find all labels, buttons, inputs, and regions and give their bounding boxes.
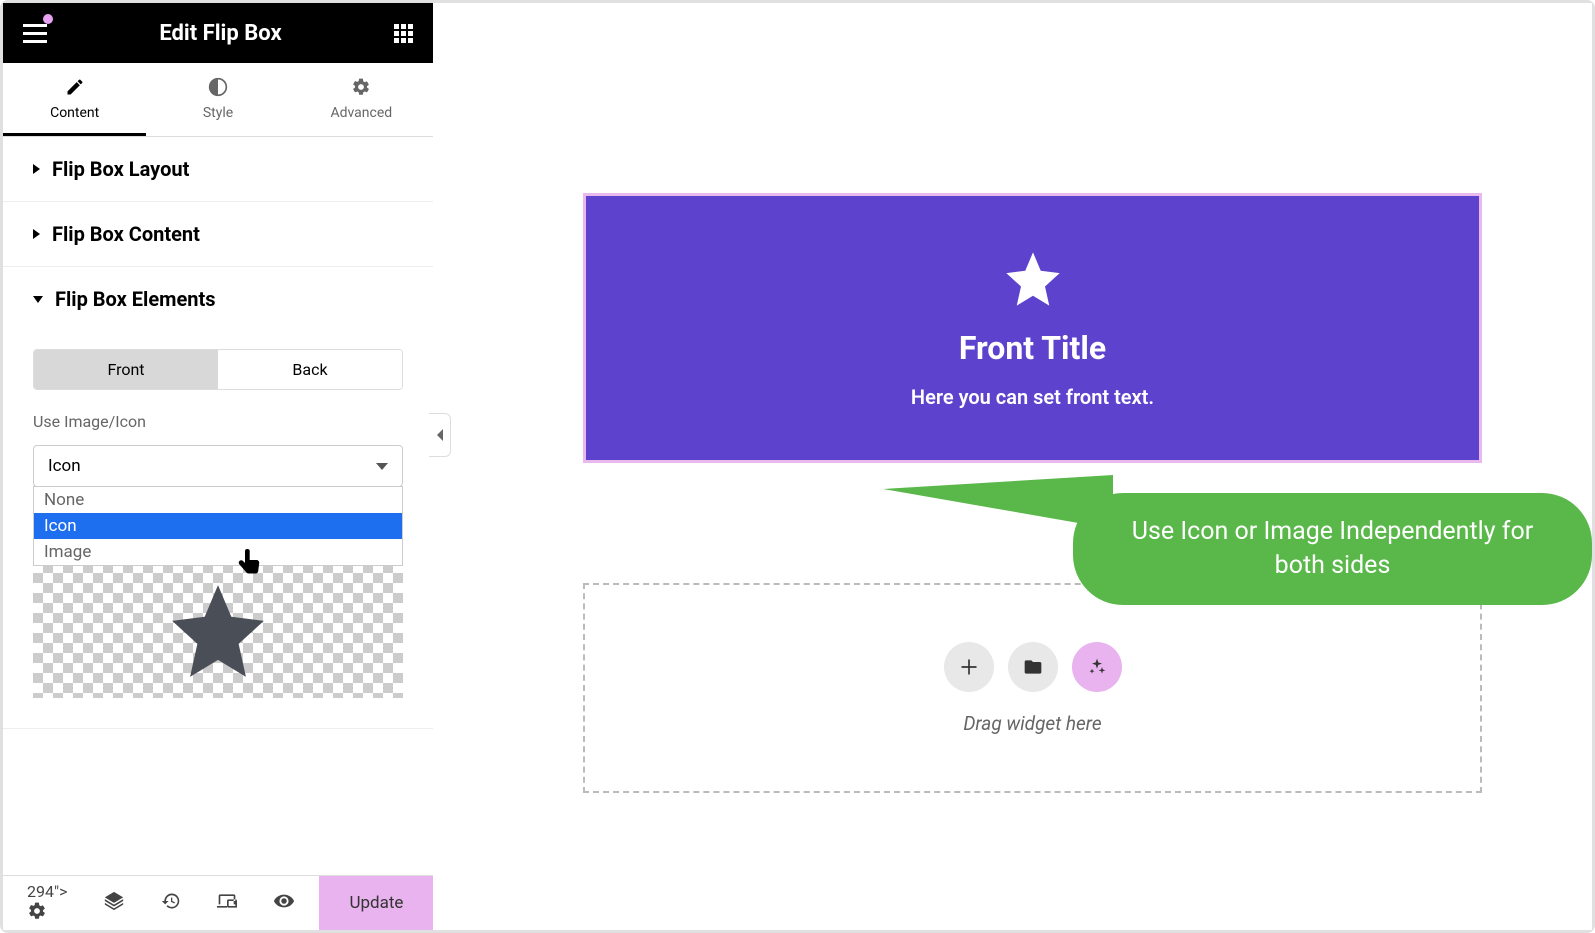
layers-icon (103, 890, 125, 912)
responsive-button[interactable] (217, 891, 237, 915)
select-dropdown: None Icon Image (33, 486, 403, 566)
section-layout-title: Flip Box Layout (52, 157, 189, 181)
menu-icon[interactable] (23, 24, 47, 43)
footer-bar: 294"> Update (3, 875, 433, 930)
section-content-title: Flip Box Content (52, 222, 200, 246)
back-toggle[interactable]: Back (218, 350, 402, 389)
apps-grid-icon[interactable] (394, 24, 413, 43)
plus-icon (959, 657, 979, 677)
history-icon (161, 891, 181, 911)
tab-content[interactable]: Content (3, 63, 146, 136)
chevron-left-icon (435, 429, 445, 441)
caret-right-icon (33, 229, 40, 239)
tab-style[interactable]: Style (146, 63, 289, 136)
drop-zone-actions (944, 642, 1122, 692)
section-elements-body: Front Back Use Image/Icon Icon None Icon… (3, 349, 433, 728)
option-image[interactable]: Image (34, 539, 402, 565)
front-back-toggle: Front Back (33, 349, 403, 390)
eye-icon (273, 890, 295, 912)
flip-front-title: Front Title (959, 329, 1106, 367)
pencil-icon (65, 77, 85, 97)
collapse-sidebar-button[interactable] (429, 413, 451, 457)
status-indicator-dot (43, 14, 53, 24)
pointer-cursor-icon (238, 548, 262, 578)
history-button[interactable] (161, 891, 181, 915)
folder-button[interactable] (1008, 642, 1058, 692)
section-layout-toggle[interactable]: Flip Box Layout (3, 137, 433, 201)
section-elements-title: Flip Box Elements (55, 287, 216, 311)
section-flip-box-elements: Flip Box Elements Front Back Use Image/I… (3, 267, 433, 729)
settings-button[interactable]: 294"> (27, 882, 67, 925)
select-current-value: Icon (48, 456, 81, 476)
editor-sidebar: Edit Flip Box Content Style Advanced (3, 3, 433, 930)
sparkle-icon (1087, 657, 1107, 677)
chevron-down-icon (376, 463, 388, 470)
add-widget-button[interactable] (944, 642, 994, 692)
annotation-callout: Use Icon or Image Independently for both… (1073, 493, 1592, 605)
section-elements-toggle[interactable]: Flip Box Elements (3, 267, 433, 331)
preview-button[interactable] (273, 890, 295, 916)
drop-zone-text: Drag widget here (963, 712, 1101, 735)
flip-front-text: Here you can set front text. (911, 385, 1154, 409)
caret-down-icon (33, 296, 43, 303)
ai-button[interactable] (1072, 642, 1122, 692)
icon-preview-area[interactable] (33, 563, 403, 698)
tab-style-label: Style (203, 105, 233, 121)
use-image-icon-label: Use Image/Icon (33, 412, 403, 431)
front-toggle[interactable]: Front (34, 350, 218, 389)
caret-right-icon (33, 164, 40, 174)
tab-advanced[interactable]: Advanced (290, 63, 433, 136)
tab-content-label: Content (50, 105, 99, 121)
use-image-icon-select[interactable]: Icon None Icon Image (33, 445, 403, 487)
tab-advanced-label: Advanced (330, 105, 392, 121)
section-flip-box-content: Flip Box Content (3, 202, 433, 267)
navigator-button[interactable] (103, 890, 125, 916)
option-icon[interactable]: Icon (34, 513, 402, 539)
contrast-icon (208, 77, 228, 97)
update-button-label: Update (349, 893, 403, 913)
panel-title: Edit Flip Box (159, 21, 281, 46)
sidebar-header: Edit Flip Box (3, 3, 433, 63)
flip-box-preview[interactable]: Front Title Here you can set front text. (583, 193, 1482, 463)
folder-icon (1023, 657, 1043, 677)
gear-icon (27, 901, 47, 921)
devices-icon (217, 891, 237, 911)
star-icon (163, 576, 273, 686)
section-content-toggle[interactable]: Flip Box Content (3, 202, 433, 266)
gear-icon (351, 77, 371, 97)
editor-tabs: Content Style Advanced (3, 63, 433, 137)
star-icon (1001, 247, 1065, 311)
preview-canvas: Front Title Here you can set front text.… (433, 3, 1592, 930)
widget-drop-zone[interactable]: Drag widget here (583, 583, 1482, 793)
option-none[interactable]: None (34, 487, 402, 513)
section-flip-box-layout: Flip Box Layout (3, 137, 433, 202)
